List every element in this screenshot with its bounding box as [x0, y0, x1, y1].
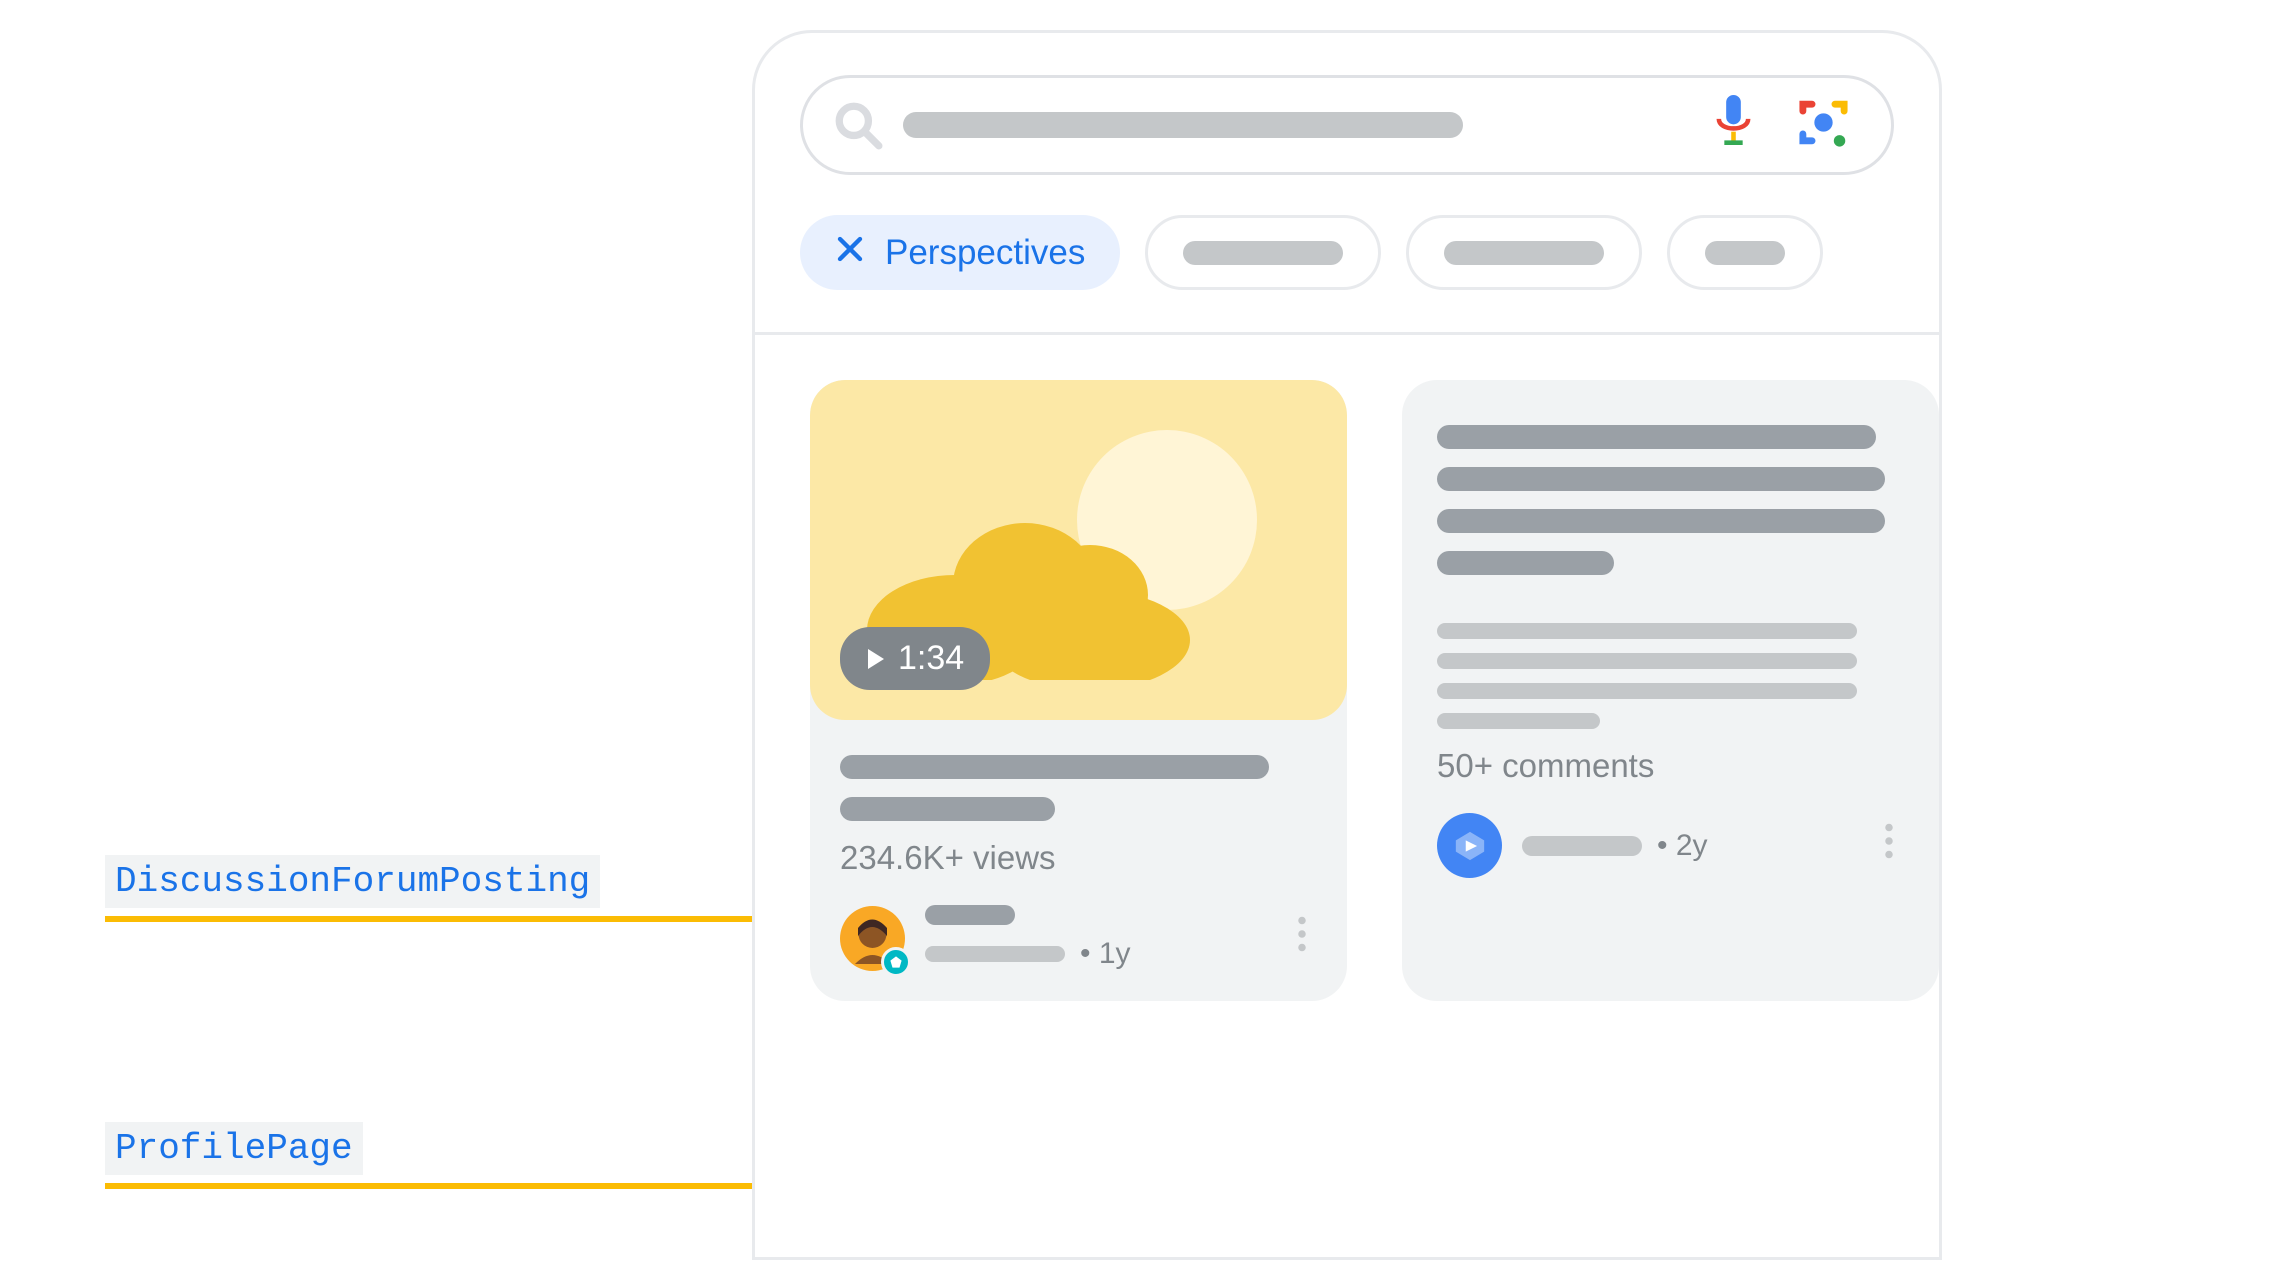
chip-label-placeholder: [1183, 241, 1343, 265]
author-avatar[interactable]: [840, 906, 905, 971]
more-options-icon[interactable]: [1297, 916, 1307, 961]
chip-placeholder[interactable]: [1667, 215, 1823, 290]
author-meta-placeholder: [925, 946, 1065, 962]
comments-count: 50+ comments: [1437, 747, 1904, 785]
time-ago: • 1y: [1080, 937, 1131, 971]
chip-label-placeholder: [1444, 241, 1604, 265]
annotation-label: ProfilePage: [105, 1122, 363, 1175]
lens-icon[interactable]: [1796, 95, 1851, 155]
source-favicon[interactable]: [1437, 813, 1502, 878]
mic-icon[interactable]: [1711, 95, 1756, 155]
title-placeholder-line: [840, 755, 1269, 779]
author-row: • 1y: [840, 905, 1317, 971]
discussion-result-card[interactable]: 50+ comments • 2y: [1402, 380, 1939, 1001]
video-duration: 1:34: [898, 639, 964, 678]
views-count: 234.6K+ views: [840, 839, 1317, 877]
title-placeholder-line: [1437, 509, 1885, 533]
chip-perspectives[interactable]: Perspectives: [800, 215, 1120, 290]
chip-label: Perspectives: [885, 233, 1085, 273]
snippet-placeholder-line: [1437, 683, 1857, 699]
title-placeholder-line: [840, 797, 1055, 821]
chip-placeholder[interactable]: [1145, 215, 1381, 290]
author-info: • 1y: [925, 905, 1297, 971]
chip-placeholder[interactable]: [1406, 215, 1642, 290]
card-body: 50+ comments • 2y: [1402, 380, 1939, 908]
results-row: 1:34 234.6K+ views: [810, 380, 1939, 1001]
title-placeholder-line: [1437, 425, 1876, 449]
snippet-placeholder-line: [1437, 713, 1600, 729]
title-placeholder-line: [1437, 551, 1614, 575]
card-body: 234.6K+ views: [810, 720, 1347, 1001]
snippet-placeholder-line: [1437, 653, 1857, 669]
search-bar[interactable]: [800, 75, 1894, 175]
search-icon: [833, 100, 883, 150]
author-name-placeholder: [925, 905, 1015, 925]
annotation-label: DiscussionForumPosting: [105, 855, 600, 908]
chip-label-placeholder: [1705, 241, 1785, 265]
search-query-placeholder: [903, 112, 1463, 138]
filter-chips-row: Perspectives: [800, 215, 1939, 290]
source-name-placeholder: [1522, 836, 1642, 856]
phone-frame: Perspectives: [752, 30, 1942, 1260]
video-thumbnail: 1:34: [810, 380, 1347, 720]
close-icon: [835, 233, 865, 273]
video-result-card[interactable]: 1:34 234.6K+ views: [810, 380, 1347, 1001]
title-placeholder-line: [1437, 467, 1885, 491]
time-ago: • 2y: [1657, 829, 1708, 863]
more-options-icon[interactable]: [1884, 823, 1894, 868]
play-icon: [866, 639, 886, 678]
source-row: • 2y: [1437, 813, 1904, 878]
divider: [755, 332, 1939, 335]
verified-badge-icon: [881, 947, 911, 977]
source-info: • 2y: [1522, 829, 1884, 863]
video-duration-badge: 1:34: [840, 627, 990, 690]
snippet-placeholder-line: [1437, 623, 1857, 639]
